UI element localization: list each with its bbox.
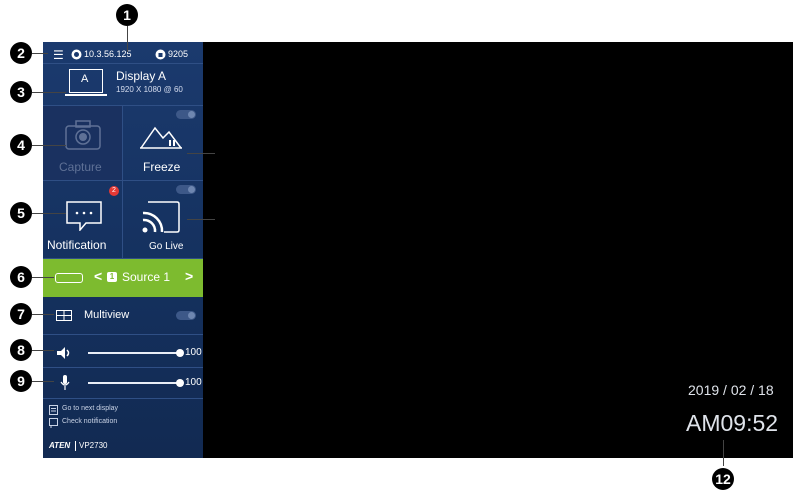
chat-bubble-icon [66, 201, 102, 231]
leader-2 [32, 53, 48, 54]
notification-label: Notification [47, 238, 107, 252]
port-number: 9205 [168, 49, 189, 59]
source-bar[interactable]: < 1 Source 1 > [43, 259, 203, 297]
volume-value: 100 [185, 347, 202, 358]
document-icon [49, 405, 58, 415]
callout-1: 1 [116, 4, 138, 26]
mic-value: 100 [185, 377, 202, 388]
clock-time: AM09:52 [686, 410, 779, 436]
lock-icon [155, 49, 166, 60]
display-selector[interactable]: A Display A 1920 X 1080 @ 60 [43, 63, 203, 105]
capture-label: Capture [59, 160, 102, 174]
display-icon-letter: A [81, 73, 89, 85]
capture-tile[interactable]: Capture [43, 106, 122, 180]
freeze-icon [140, 126, 182, 149]
notification-badge: 2 [109, 186, 119, 196]
message-icon [49, 418, 58, 428]
hint-check-notification: Check notification [62, 418, 118, 425]
microphone-icon [60, 375, 70, 390]
camera-icon [65, 120, 101, 150]
speaker-icon [57, 347, 70, 359]
callout-7: 7 [10, 303, 32, 325]
freeze-label: Freeze [143, 160, 181, 174]
callout-8: 8 [10, 339, 32, 361]
callout-10: 10 [217, 145, 235, 162]
brand-logo: ATEN [49, 441, 71, 450]
callout-3: 3 [10, 81, 32, 103]
display-name: Display A [116, 69, 167, 83]
callout-2: 2 [10, 42, 32, 64]
leader-3 [32, 92, 66, 93]
leader-11 [187, 219, 215, 220]
control-panel: ☰ 10.3.56.125 9205 A Display A 1920 X 10… [43, 42, 203, 458]
leader-10 [187, 153, 215, 154]
source-next-icon[interactable]: > [185, 268, 193, 284]
volume-slider[interactable] [88, 352, 180, 354]
golive-toggle[interactable] [176, 185, 196, 194]
callout-12: 12 [712, 468, 734, 490]
leader-5 [32, 213, 66, 214]
source-prev-icon[interactable]: < [94, 268, 102, 284]
hint-next-display: Go to next display [62, 405, 119, 412]
leader-8 [32, 350, 54, 351]
hdmi-icon [55, 273, 83, 283]
callout-9: 9 [10, 370, 32, 392]
model-name: VP2730 [79, 441, 108, 450]
freeze-tile[interactable]: Freeze [123, 106, 203, 180]
golive-label: Go Live [149, 241, 184, 252]
source-index: 1 [109, 272, 115, 281]
callout-5: 5 [10, 202, 32, 224]
leader-1 [127, 26, 128, 52]
source-label: Source 1 [122, 270, 171, 284]
display-resolution: 1920 X 1080 @ 60 [116, 85, 183, 94]
multiview-row[interactable]: Multiview [43, 304, 203, 326]
leader-12 [723, 440, 724, 466]
display-icon-base [65, 94, 107, 96]
source-index-badge: 1 [107, 272, 117, 282]
callout-6: 6 [10, 266, 32, 288]
volume-slider-knob[interactable] [176, 349, 184, 357]
network-icon [71, 49, 82, 60]
leader-9 [32, 381, 54, 382]
menu-icon[interactable]: ☰ [53, 48, 64, 62]
multiview-toggle[interactable] [176, 311, 196, 320]
leader-7 [32, 314, 54, 315]
leader-4 [32, 145, 66, 146]
notification-badge-count: 2 [112, 187, 116, 194]
freeze-toggle[interactable] [176, 110, 196, 119]
mic-slider[interactable] [88, 382, 180, 384]
cast-icon [142, 201, 180, 233]
leader-6 [32, 277, 54, 278]
multiview-label: Multiview [84, 309, 130, 321]
notification-tile[interactable]: 2 Notification [43, 181, 122, 258]
grid-icon [56, 310, 72, 321]
callout-4: 4 [10, 134, 32, 156]
clock-date: 2019 / 02 / 18 [688, 382, 774, 398]
mic-slider-knob[interactable] [176, 379, 184, 387]
ip-address: 10.3.56.125 [84, 49, 132, 59]
callout-11: 11 [217, 211, 234, 228]
